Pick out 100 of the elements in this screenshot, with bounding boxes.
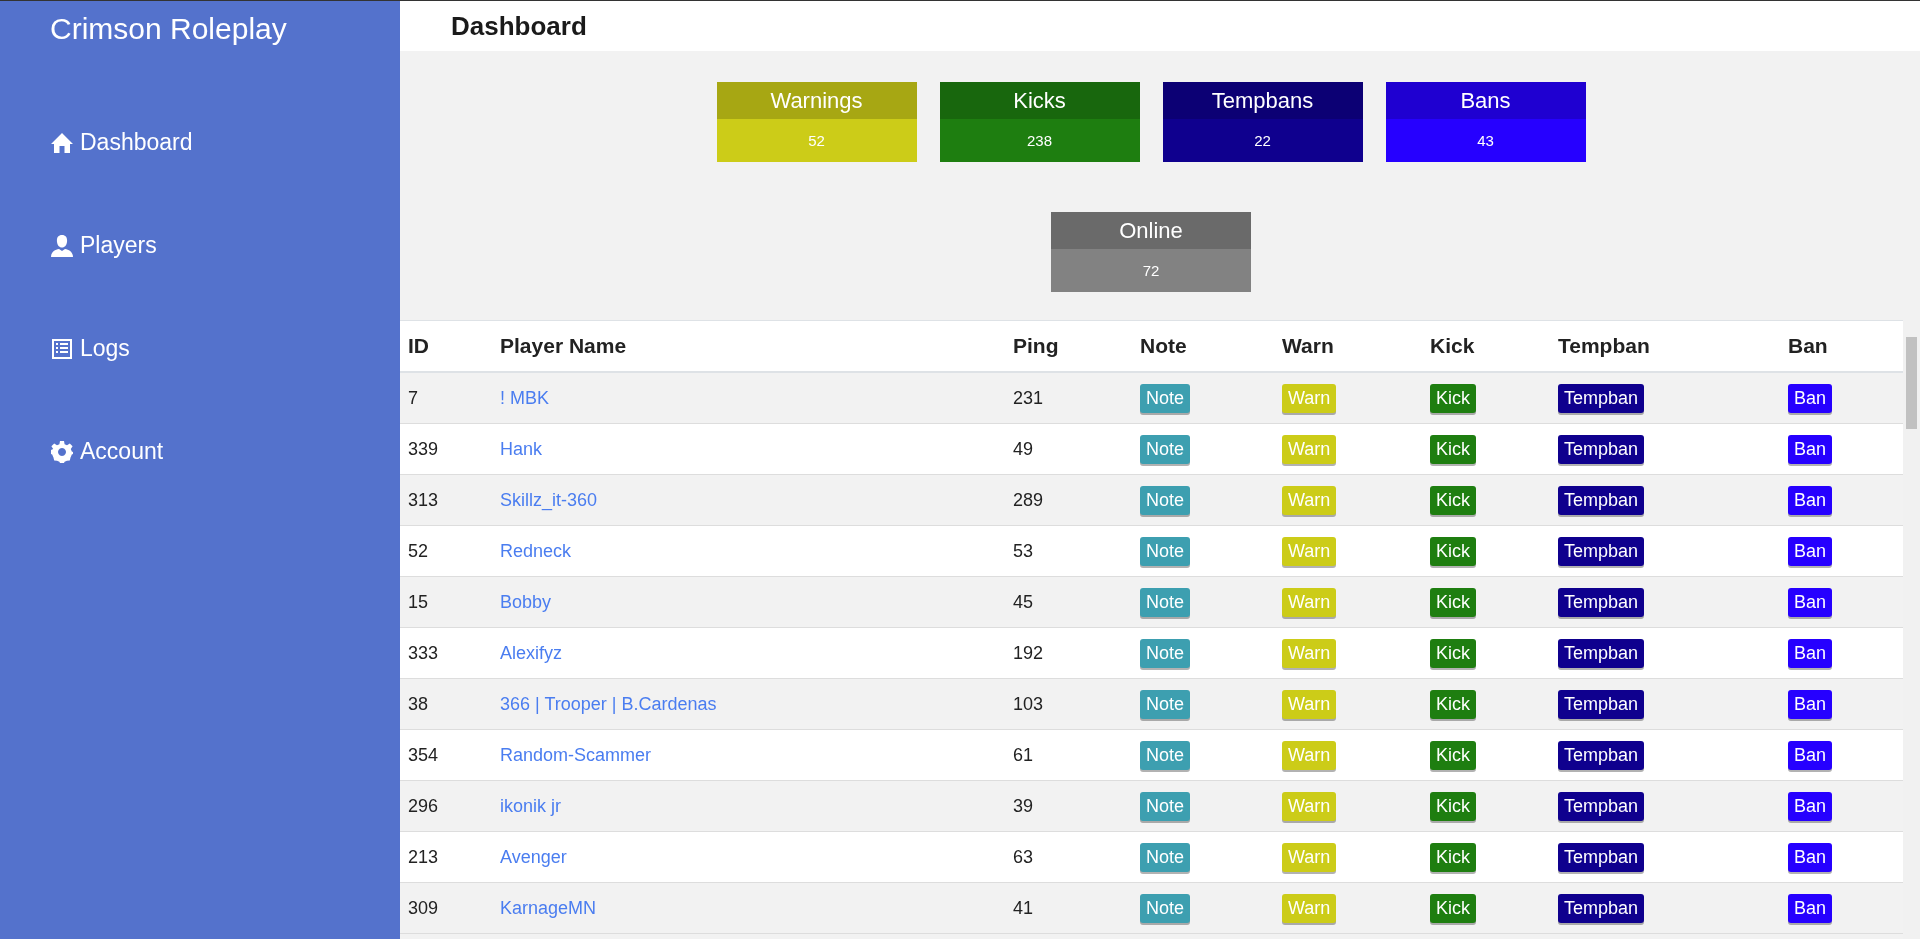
stat-label: Bans	[1385, 82, 1586, 119]
column-header: Player Name	[499, 334, 628, 358]
user-icon	[50, 233, 74, 258]
player-link[interactable]: Avenger	[500, 846, 567, 867]
player-link[interactable]: Random-Scammer	[500, 744, 652, 765]
stat-label: Online	[1051, 212, 1251, 249]
table-cell: 52	[408, 540, 429, 561]
table-cell: 289	[1013, 489, 1044, 510]
kick-button[interactable]: Kick	[1430, 536, 1476, 566]
stat-value: 72	[1141, 261, 1161, 281]
stat-label: Tempbans	[1162, 82, 1363, 119]
column-header: Note	[1139, 334, 1188, 358]
player-link[interactable]: Redneck	[500, 540, 572, 561]
table-cell: 231	[1013, 387, 1044, 408]
table-cell: 45	[1013, 591, 1034, 612]
note-button[interactable]: Note	[1140, 536, 1191, 566]
tempban-button[interactable]: Tempban	[1558, 587, 1645, 617]
tempban-button[interactable]: Tempban	[1558, 383, 1645, 413]
note-button[interactable]: Note	[1140, 434, 1191, 464]
ban-button[interactable]: Ban	[1788, 383, 1833, 413]
kick-button[interactable]: Kick	[1430, 740, 1476, 770]
ban-button[interactable]: Ban	[1788, 536, 1833, 566]
tempban-button[interactable]: Tempban	[1558, 893, 1645, 923]
column-header: ID	[407, 334, 430, 358]
player-link[interactable]: Hank	[500, 438, 543, 459]
tempban-button[interactable]: Tempban	[1558, 842, 1645, 872]
kick-button[interactable]: Kick	[1430, 791, 1476, 821]
note-button[interactable]: Note	[1140, 689, 1191, 719]
table-cell: 41	[1013, 897, 1034, 918]
table-cell: 103	[1013, 693, 1044, 714]
ban-button[interactable]: Ban	[1788, 587, 1833, 617]
tempban-button[interactable]: Tempban	[1558, 434, 1645, 464]
table-cell: 354	[408, 744, 439, 765]
ban-button[interactable]: Ban	[1788, 638, 1833, 668]
tempban-button[interactable]: Tempban	[1558, 689, 1645, 719]
column-header: Ping	[1012, 334, 1060, 358]
brand-title: Crimson Roleplay	[50, 11, 288, 47]
stat-label: Kicks	[939, 82, 1140, 119]
kick-button[interactable]: Kick	[1430, 485, 1476, 515]
ban-button[interactable]: Ban	[1788, 485, 1833, 515]
table-cell: 309	[408, 897, 439, 918]
stat-value: 43	[1476, 131, 1495, 151]
ban-button[interactable]: Ban	[1788, 893, 1833, 923]
nav-link[interactable]: Logs	[50, 335, 130, 362]
kick-button[interactable]: Kick	[1430, 434, 1476, 464]
table-cell: 192	[1013, 642, 1044, 663]
player-link[interactable]: ! MBK	[500, 387, 549, 408]
note-button[interactable]: Note	[1140, 485, 1191, 515]
player-link[interactable]: Bobby	[500, 591, 552, 612]
table-cell: 213	[408, 846, 439, 867]
table-cell: 296	[408, 795, 439, 816]
nav-link[interactable]: Players	[50, 232, 157, 259]
column-header: Kick	[1429, 334, 1476, 358]
settings-icon	[50, 439, 74, 464]
player-link[interactable]: 366 | Trooper | B.Cardenas	[500, 693, 717, 714]
player-link[interactable]: Skillz_it-360	[500, 489, 598, 510]
column-header: Tempban	[1557, 334, 1651, 358]
ban-button[interactable]: Ban	[1788, 791, 1833, 821]
column-header: Ban	[1787, 334, 1829, 358]
player-link[interactable]: KarnageMN	[500, 897, 597, 918]
note-button[interactable]: Note	[1140, 383, 1191, 413]
kick-button[interactable]: Kick	[1430, 383, 1476, 413]
note-button[interactable]: Note	[1140, 842, 1191, 872]
ban-button[interactable]: Ban	[1788, 740, 1833, 770]
kick-button[interactable]: Kick	[1430, 689, 1476, 719]
note-button[interactable]: Note	[1140, 791, 1191, 821]
note-button[interactable]: Note	[1140, 587, 1191, 617]
note-button[interactable]: Note	[1140, 638, 1191, 668]
kick-button[interactable]: Kick	[1430, 893, 1476, 923]
table-cell: 7	[408, 387, 418, 408]
stat-value: 238	[1026, 131, 1053, 151]
table-cell: 63	[1013, 846, 1034, 867]
tempban-button[interactable]: Tempban	[1558, 740, 1645, 770]
note-button[interactable]: Note	[1140, 740, 1191, 770]
table-cell: 313	[408, 489, 439, 510]
ban-button[interactable]: Ban	[1788, 689, 1833, 719]
page-title: Dashboard	[451, 10, 587, 42]
stat-value: 52	[807, 131, 826, 151]
stat-value: 22	[1253, 131, 1272, 151]
table-cell: 53	[1013, 540, 1034, 561]
nav-link[interactable]: Dashboard	[50, 129, 193, 156]
kick-button[interactable]: Kick	[1430, 842, 1476, 872]
nav-link[interactable]: Account	[50, 438, 164, 465]
tempban-button[interactable]: Tempban	[1558, 485, 1645, 515]
tempban-button[interactable]: Tempban	[1558, 536, 1645, 566]
tempban-button[interactable]: Tempban	[1558, 638, 1645, 668]
note-button[interactable]: Note	[1140, 893, 1191, 923]
player-link[interactable]: ikonik jr	[500, 795, 561, 816]
tempban-button[interactable]: Tempban	[1558, 791, 1645, 821]
kick-button[interactable]: Kick	[1430, 587, 1476, 617]
ban-button[interactable]: Ban	[1788, 434, 1833, 464]
table-cell: 15	[408, 591, 429, 612]
list-icon	[50, 336, 74, 361]
scrollbar-thumb[interactable]	[1906, 337, 1917, 429]
table-cell: 339	[408, 438, 439, 459]
table-cell: 38	[408, 693, 429, 714]
player-link[interactable]: Alexifyz	[500, 642, 562, 663]
kick-button[interactable]: Kick	[1430, 638, 1476, 668]
ban-button[interactable]: Ban	[1788, 842, 1833, 872]
table-cell: 39	[1013, 795, 1034, 816]
